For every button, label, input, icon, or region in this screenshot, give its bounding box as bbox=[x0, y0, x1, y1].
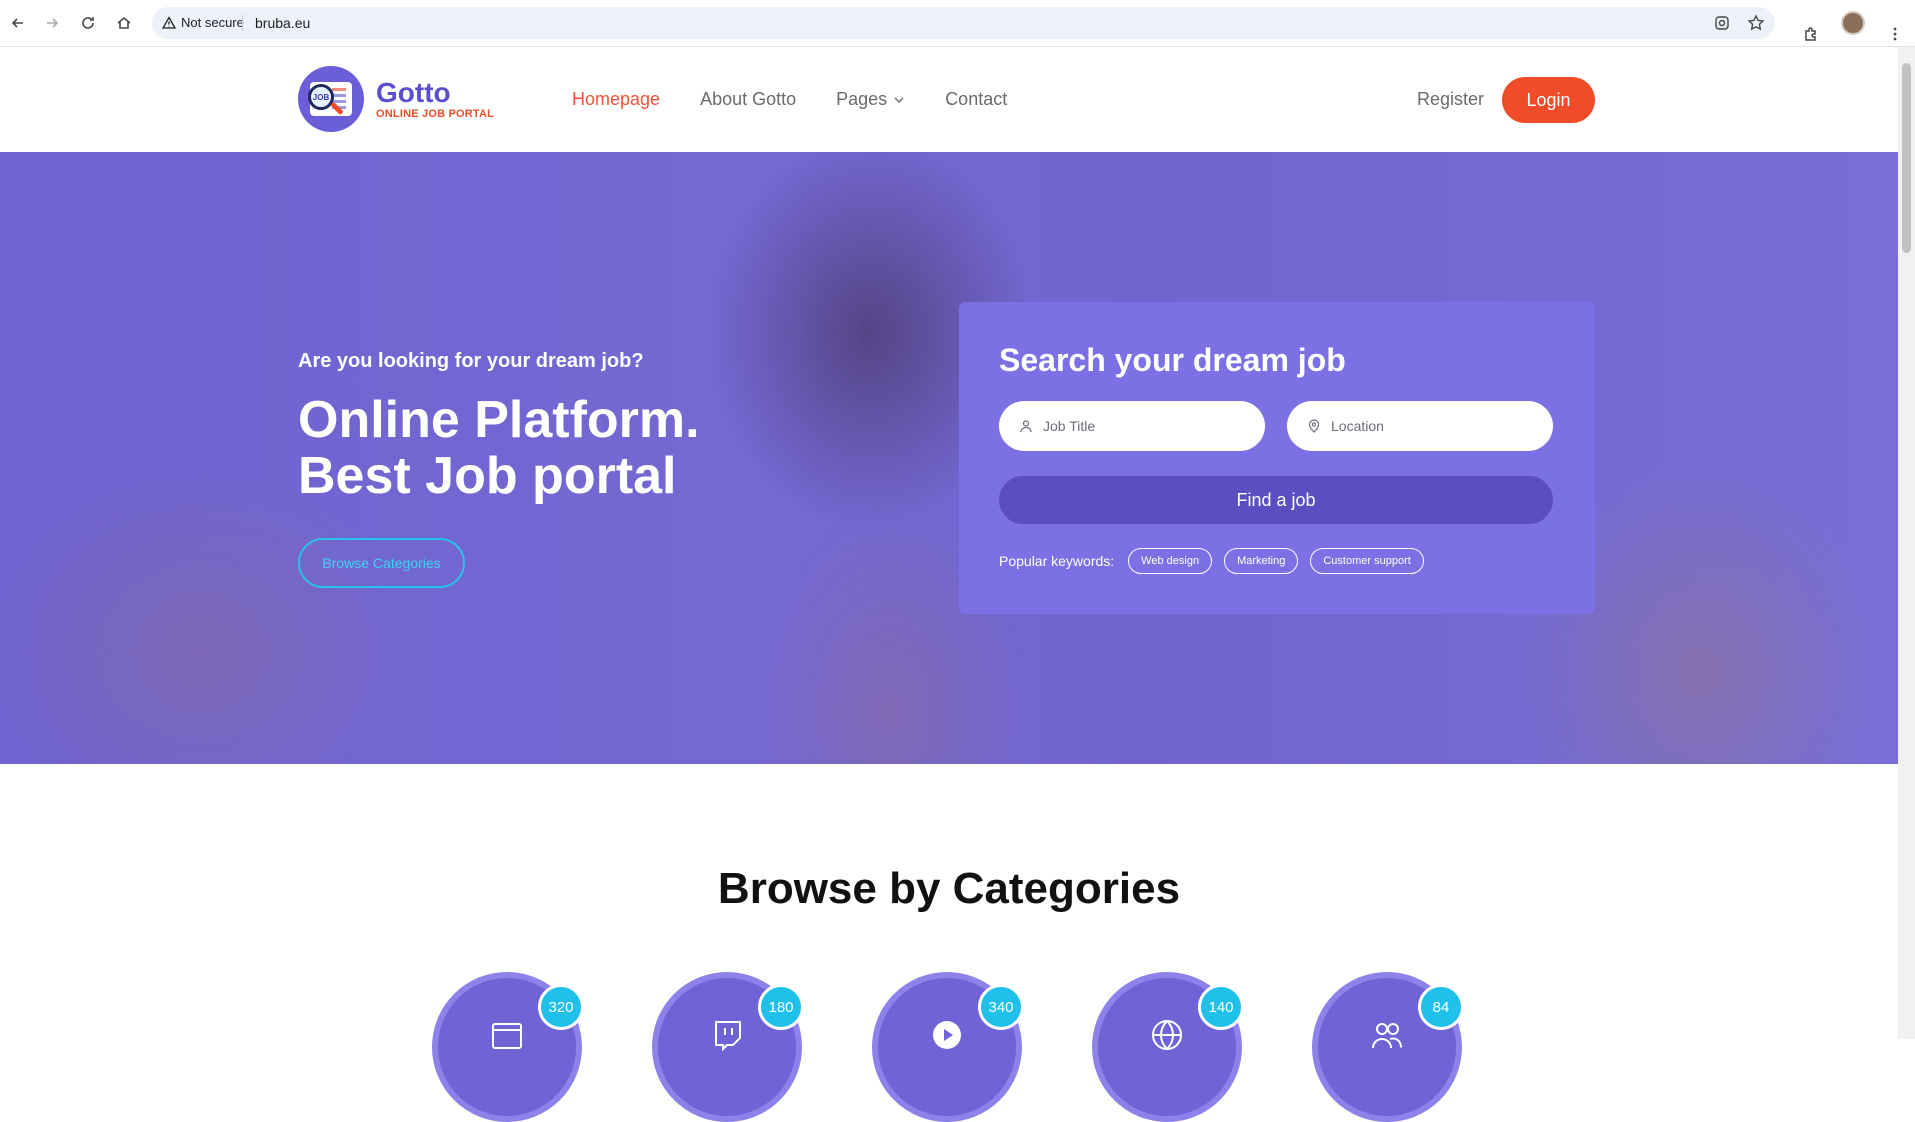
logo-badge-icon: JOB bbox=[298, 66, 364, 132]
keyword-tag[interactable]: Customer support bbox=[1310, 548, 1424, 574]
site-logo[interactable]: JOB Gotto ONLINE JOB PORTAL bbox=[298, 66, 494, 132]
chevron-down-icon bbox=[894, 97, 904, 103]
category-count: 84 bbox=[1418, 984, 1464, 1030]
twitch-icon bbox=[715, 1021, 741, 1052]
logo-name: Gotto bbox=[376, 77, 451, 108]
category-card[interactable]: 180 bbox=[652, 972, 804, 1122]
search-heading: Search your dream job bbox=[999, 342, 1346, 378]
nav-contact[interactable]: Contact bbox=[945, 89, 1007, 110]
forward-icon[interactable] bbox=[40, 11, 64, 35]
globe-icon bbox=[1152, 1019, 1182, 1051]
hero-section: Are you looking for your dream job? Onli… bbox=[0, 152, 1898, 764]
main-nav: Homepage About Gotto Pages Contact bbox=[572, 89, 1007, 110]
security-indicator[interactable]: Not secure bbox=[162, 15, 244, 30]
hero-title-line-2: Best Job portal bbox=[298, 447, 677, 505]
nav-about[interactable]: About Gotto bbox=[700, 89, 796, 110]
extensions-icon[interactable] bbox=[1799, 22, 1823, 46]
category-count: 320 bbox=[538, 984, 584, 1030]
login-button[interactable]: Login bbox=[1502, 77, 1595, 123]
user-icon bbox=[1020, 420, 1032, 433]
category-count: 340 bbox=[978, 984, 1024, 1030]
nav-pages-dropdown[interactable]: Pages bbox=[836, 89, 905, 110]
job-title-placeholder: Job Title bbox=[1043, 418, 1096, 434]
category-card[interactable]: 320 bbox=[432, 972, 584, 1122]
url-text[interactable]: bruba.eu bbox=[255, 15, 310, 31]
browser-window-icon bbox=[492, 1023, 522, 1049]
scrollbar-thumb[interactable] bbox=[1902, 63, 1911, 253]
category-card[interactable]: 340 bbox=[872, 972, 1024, 1122]
location-placeholder: Location bbox=[1331, 418, 1384, 434]
category-count: 180 bbox=[758, 984, 804, 1030]
play-icon bbox=[933, 1021, 961, 1049]
browse-categories-button[interactable]: Browse Categories bbox=[298, 538, 465, 588]
logo-tagline: ONLINE JOB PORTAL bbox=[376, 108, 495, 120]
hero-subtitle: Are you looking for your dream job? bbox=[298, 350, 644, 372]
bookmark-star-icon[interactable] bbox=[1747, 14, 1765, 32]
category-count: 140 bbox=[1198, 984, 1244, 1030]
hero-title: Online Platform. Best Job portal bbox=[298, 392, 700, 504]
category-card[interactable]: 84 bbox=[1312, 972, 1464, 1122]
menu-kebab-icon[interactable] bbox=[1883, 22, 1907, 46]
google-lens-icon[interactable] bbox=[1713, 14, 1731, 32]
address-bar[interactable]: Not secure bruba.eu bbox=[152, 7, 1775, 39]
back-icon[interactable] bbox=[6, 11, 30, 35]
warning-icon bbox=[162, 15, 176, 29]
nav-homepage[interactable]: Homepage bbox=[572, 89, 660, 110]
find-job-button[interactable]: Find a job bbox=[999, 476, 1553, 524]
hero-title-line-1: Online Platform. bbox=[298, 391, 700, 449]
popular-keywords-label: Popular keywords: bbox=[999, 553, 1115, 569]
users-icon bbox=[1372, 1023, 1402, 1049]
reload-icon[interactable] bbox=[76, 11, 100, 35]
page-scrollbar[interactable] bbox=[1898, 47, 1915, 1039]
popular-keywords: Popular keywords: Web design Marketing C… bbox=[999, 548, 1424, 574]
keyword-tag[interactable]: Web design bbox=[1128, 548, 1213, 574]
profile-avatar[interactable] bbox=[1841, 11, 1865, 35]
browser-toolbar: Not secure bruba.eu bbox=[0, 0, 1915, 47]
omnibox-divider bbox=[242, 15, 243, 31]
nav-pages-label: Pages bbox=[836, 89, 888, 109]
job-title-input[interactable]: Job Title bbox=[999, 401, 1265, 451]
map-pin-icon bbox=[1308, 419, 1320, 433]
location-input[interactable]: Location bbox=[1287, 401, 1553, 451]
security-label: Not secure bbox=[181, 15, 244, 30]
job-search-card: Search your dream job Job Title Location… bbox=[959, 302, 1595, 614]
register-link[interactable]: Register bbox=[1417, 89, 1484, 110]
category-card[interactable]: 140 bbox=[1092, 972, 1244, 1122]
keyword-tag[interactable]: Marketing bbox=[1224, 548, 1299, 574]
site-header: JOB Gotto ONLINE JOB PORTAL Homepage Abo… bbox=[0, 47, 1898, 152]
home-icon[interactable] bbox=[112, 11, 136, 35]
categories-title: Browse by Categories bbox=[717, 864, 1181, 913]
logo-badge-text: JOB bbox=[312, 92, 330, 102]
